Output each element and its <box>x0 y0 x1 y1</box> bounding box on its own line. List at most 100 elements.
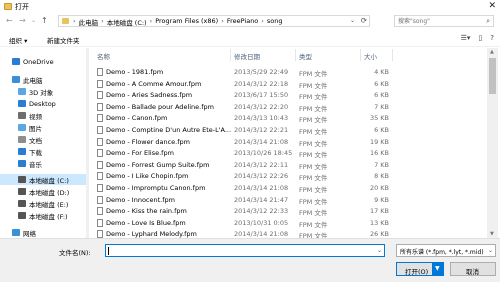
file-row[interactable]: Demo - For Elise.fpm 2013/10/26 18:45 FPM … <box>90 148 487 159</box>
help-icon[interactable]: ? <box>490 34 494 42</box>
sidebar-item[interactable]: 网络 <box>0 227 86 238</box>
sidebar-item[interactable]: 视频 <box>0 110 86 121</box>
back-arrow-icon[interactable]: ← <box>6 16 13 25</box>
file-row[interactable]: Demo - Innocent.fpm 2014/3/14 21:47 FPM 文件… <box>90 195 487 206</box>
sidebar-item[interactable]: 此电脑 <box>0 74 86 85</box>
sidebar-item[interactable]: 音乐 <box>0 158 86 169</box>
file-size: 8 KB <box>374 172 389 181</box>
new-folder-button[interactable]: 新建文件夹 <box>47 35 80 45</box>
sidebar-item[interactable]: 3D 对象 <box>0 86 86 97</box>
file-name: Demo - Innocent.fpm <box>106 195 175 204</box>
file-row[interactable]: Demo - I Like Chopin.fpm 2014/3/12 22:26 F… <box>90 171 487 182</box>
file-date-modified: 2014/3/12 22:11 <box>234 160 289 169</box>
file-size: 17 KB <box>369 207 389 216</box>
scroll-up-icon[interactable]: ▲ <box>490 49 494 55</box>
file-row[interactable]: Demo - Love Is Blue.fpm 2013/10/31 0:05 FP… <box>90 218 487 229</box>
column-header-type[interactable]: 类型 <box>299 51 312 61</box>
breadcrumb-song[interactable]: song <box>267 17 283 27</box>
file-type: FPM 文件 <box>299 139 328 148</box>
file-row[interactable]: Demo - Canon.fpm 2014/3/13 10:43 FPM 文件 35 … <box>90 113 487 124</box>
column-header-name[interactable]: 名称 <box>97 51 110 61</box>
sidebar-item-label: 文档 <box>29 136 42 145</box>
view-menu-icon[interactable]: ☰▾ <box>461 34 471 42</box>
navigation-pane-scrollbar[interactable] <box>86 48 89 238</box>
filename-input[interactable] <box>108 246 370 255</box>
address-bar[interactable]: › 此电脑 › 本地磁盘 (C:) › Program Files (x86) … <box>58 15 370 27</box>
file-date-modified: 2013/10/26 18:45 <box>234 149 293 158</box>
network-icon <box>12 229 20 236</box>
sidebar-item[interactable]: Desktop <box>0 98 86 109</box>
recent-locations-dropdown-icon[interactable]: ⌄ <box>31 17 36 24</box>
breadcrumb-program-files[interactable]: Program Files (x86) <box>155 17 218 27</box>
scrollbar-thumb[interactable] <box>489 58 496 94</box>
drive-icon <box>18 188 26 195</box>
breadcrumb: › 此电脑 › 本地磁盘 (C:) › Program Files (x86) … <box>73 17 283 27</box>
sidebar-item[interactable]: 文档 <box>0 134 86 145</box>
file-date-modified: 2014/3/13 10:43 <box>234 114 289 123</box>
breadcrumb-local-disk-c[interactable]: 本地磁盘 (C:) <box>107 17 147 27</box>
column-divider[interactable] <box>392 49 393 61</box>
file-type-filter-value: 所有乐谱 (*.fpm, *.lyt, *.mid) <box>400 249 484 256</box>
sidebar-item[interactable]: 本地磁盘 (F:) <box>0 210 86 221</box>
breadcrumb-this-pc[interactable]: 此电脑 <box>79 17 99 27</box>
view-options: ☰▾ ▯ ? <box>461 34 494 42</box>
picture-icon <box>18 124 26 131</box>
sidebar-item[interactable]: OneDrive <box>0 56 86 67</box>
column-header-date[interactable]: 修改日期 <box>234 51 260 61</box>
sidebar-item[interactable]: 本地磁盘 (C:) <box>0 174 86 185</box>
file-name: Demo - Ballade pour Adeline.fpm <box>106 102 214 111</box>
desktop-icon <box>18 100 26 107</box>
chevron-down-icon[interactable]: ⌄ <box>377 247 382 254</box>
address-dropdown-icon[interactable]: ⌄ <box>350 17 355 24</box>
file-date-modified: 2014/3/14 21:08 <box>234 230 289 238</box>
search-icon[interactable]: ⌕ <box>486 17 490 26</box>
organize-menu[interactable]: 组织 ▾ <box>9 35 27 45</box>
sidebar-item[interactable]: 本地磁盘 (D:) <box>0 186 86 197</box>
search-box[interactable]: ⌕ <box>394 15 494 27</box>
sidebar-item[interactable]: 本地磁盘 (E:) <box>0 198 86 209</box>
sidebar-item-label: 本地磁盘 (D:) <box>29 188 70 197</box>
file-row[interactable]: Demo - 1981.fpm 2013/5/29 22:49 FPM 文件 4 KB <box>90 67 487 78</box>
file-icon <box>97 102 103 111</box>
close-icon[interactable]: ✕ <box>488 1 496 11</box>
filename-combobox[interactable]: ⌄ <box>105 244 385 257</box>
chevron-down-icon[interactable]: ⌄ <box>488 247 493 254</box>
file-name: Demo - Kiss the rain.fpm <box>106 207 187 216</box>
column-divider[interactable] <box>295 49 296 61</box>
refresh-icon[interactable]: ⟳ <box>361 16 367 25</box>
file-row[interactable]: Demo - Kiss the rain.fpm 2014/3/12 22:33 F… <box>90 206 487 217</box>
column-divider[interactable] <box>360 49 361 61</box>
file-size: 7 KB <box>374 102 389 111</box>
file-row[interactable]: Demo - Comptine D'un Autre Ete-L'A... 201… <box>90 125 487 136</box>
file-row[interactable]: Demo - Flower dance.fpm 2014/3/14 21:08 FP… <box>90 137 487 148</box>
sidebar-item-label: 此电脑 <box>23 76 43 85</box>
file-date-modified: 2014/3/12 22:33 <box>234 207 289 216</box>
file-type: FPM 文件 <box>299 232 328 238</box>
open-button[interactable]: 打开(O) ▼ <box>396 262 444 276</box>
forward-arrow-icon[interactable]: → <box>19 16 26 25</box>
file-row[interactable]: Demo - Lyphard Melody.fpm 2014/3/14 21:08… <box>90 229 487 238</box>
file-row[interactable]: Demo - A Comme Amour.fpm 2014/3/12 22:18 F… <box>90 79 487 90</box>
breadcrumb-freepiano[interactable]: FreePiano <box>227 17 258 27</box>
file-size: 9 KB <box>374 195 389 204</box>
column-header-size[interactable]: 大小 <box>364 51 377 61</box>
search-input[interactable] <box>398 17 478 25</box>
cancel-button[interactable]: 取消 <box>450 262 496 276</box>
preview-pane-icon[interactable]: ▯ <box>478 34 482 42</box>
file-name: Demo - A Comme Amour.fpm <box>106 79 202 88</box>
open-options-dropdown[interactable]: ▼ <box>432 263 444 275</box>
file-row[interactable]: Demo - Aries Sadness.fpm 2013/6/17 15:50 F… <box>90 90 487 101</box>
file-row[interactable]: Demo - Impromptu Canon.fpm 2014/3/14 21:0… <box>90 183 487 194</box>
up-arrow-icon[interactable]: ↑ <box>41 16 48 25</box>
scroll-down-icon[interactable]: ▼ <box>490 231 494 237</box>
file-date-modified: 2014/3/12 22:21 <box>234 126 289 134</box>
sidebar-item[interactable]: 图片 <box>0 122 86 133</box>
file-list-scrollbar[interactable]: ▲ ▼ <box>487 48 498 238</box>
file-row[interactable]: Demo - Forrest Gump Suite.fpm 2014/3/12 2… <box>90 160 487 171</box>
file-type-filter[interactable]: 所有乐谱 (*.fpm, *.lyt, *.mid) ⌄ <box>396 244 496 257</box>
sidebar-item[interactable]: 下载 <box>0 146 86 157</box>
sidebar-item-label: 本地磁盘 (E:) <box>29 200 69 209</box>
file-row[interactable]: Demo - Ballade pour Adeline.fpm 2014/3/12… <box>90 102 487 113</box>
column-divider[interactable] <box>230 49 231 61</box>
file-size: 16 KB <box>369 149 389 158</box>
